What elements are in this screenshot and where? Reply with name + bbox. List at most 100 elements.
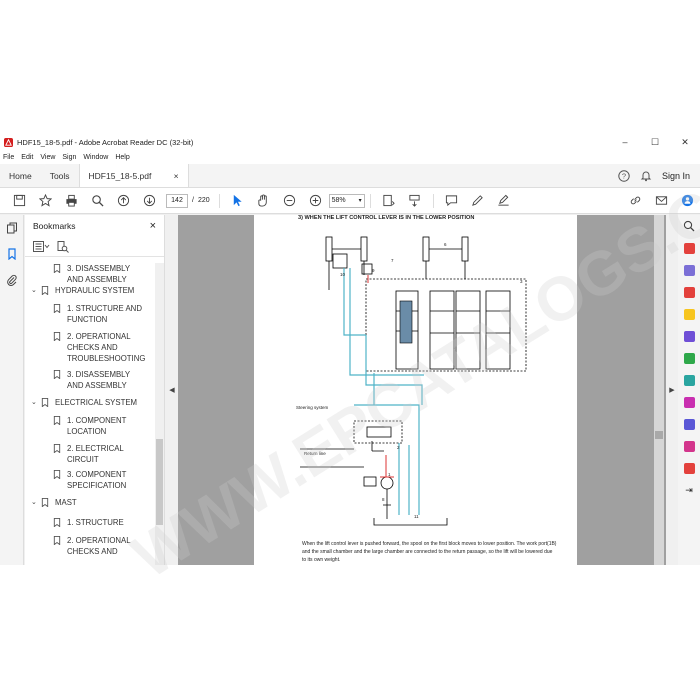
bookmark-icon [53, 370, 61, 379]
edit-pdf-icon [683, 352, 695, 364]
organize-pages-icon [683, 330, 695, 342]
tool-measure[interactable] [678, 457, 700, 479]
collapse-left-panel-handle[interactable]: ◀ [166, 215, 178, 565]
minus-circle-icon [284, 194, 296, 207]
envelope-icon [655, 196, 667, 205]
zoom-out-button[interactable] [277, 190, 303, 212]
document-scrollbar[interactable] [654, 215, 664, 565]
bookmark-label: 1. STRUCTURE [67, 518, 124, 527]
previous-page-button[interactable] [110, 190, 136, 212]
page-body-text: When the lift control lever is pushed fo… [302, 541, 557, 563]
tool-export-pdf[interactable] [678, 281, 700, 303]
bookmark-label: ELECTRICAL SYSTEM [55, 398, 138, 407]
bookmark-item[interactable]: 1. STRUCTURE AND FUNCTION [53, 303, 147, 325]
bookmark-section[interactable]: ⌄ HYDRAULIC SYSTEM [31, 285, 155, 296]
next-page-button[interactable] [136, 190, 162, 212]
menu-file[interactable]: File [3, 154, 14, 161]
print-button[interactable] [58, 190, 84, 212]
tab-tools[interactable]: Tools [41, 164, 79, 187]
tool-comment[interactable] [678, 303, 700, 325]
zoom-in-button[interactable] [303, 190, 329, 212]
scroll-mode-button[interactable] [402, 190, 428, 212]
bookmark-section[interactable]: ⌄ MAST [31, 497, 155, 508]
chevron-down-icon[interactable]: ⌄ [31, 398, 41, 406]
hand-tool-button[interactable] [251, 190, 277, 212]
tool-search[interactable] [678, 215, 700, 237]
attachments-button[interactable] [0, 267, 24, 293]
close-tab-icon[interactable]: × [174, 171, 179, 181]
tool-edit-pdf[interactable] [678, 347, 700, 369]
bookmark-label: 3. DISASSEMBLY AND ASSEMBLY [67, 370, 130, 390]
fill-sign-button[interactable] [491, 190, 517, 212]
hand-icon [258, 194, 267, 207]
document-scrollbar-thumb[interactable] [655, 431, 663, 439]
chevron-down-icon[interactable]: ⌄ [31, 286, 41, 294]
share-button[interactable] [674, 190, 700, 212]
create-pdf-icon [683, 242, 695, 254]
page-separator: / [192, 197, 194, 204]
tool-scan[interactable] [678, 369, 700, 391]
bookmark-label: 1. STRUCTURE AND FUNCTION [67, 304, 142, 324]
help-icon[interactable]: ? [618, 169, 630, 182]
arrow-up-circle-icon [117, 194, 129, 207]
bookmark-item[interactable]: 2. OPERATIONAL CHECKS AND TROUBLESHOOTIN… [53, 331, 147, 364]
menu-sign[interactable]: Sign [62, 154, 76, 161]
expand-arrow-icon: ⇥ [685, 484, 693, 495]
export-pdf-icon [683, 286, 695, 298]
menu-help[interactable]: Help [115, 154, 129, 161]
bookmark-icon [53, 518, 61, 527]
menu-edit[interactable]: Edit [21, 154, 33, 161]
page-display-button[interactable] [376, 190, 402, 212]
search-button[interactable] [84, 190, 110, 212]
highlight-button[interactable] [465, 190, 491, 212]
menu-view[interactable]: View [40, 154, 55, 161]
menu-window[interactable]: Window [83, 154, 108, 161]
bookmark-item[interactable]: 2. ELECTRICAL CIRCUIT [53, 443, 147, 465]
bookmark-item[interactable]: 3. COMPONENT SPECIFICATION [53, 469, 147, 491]
close-window-button[interactable]: ✕ [670, 137, 700, 148]
bookmark-item[interactable]: 1. STRUCTURE [53, 517, 147, 528]
bookmarks-scrollbar-thumb[interactable] [156, 439, 163, 525]
tool-more[interactable] [678, 435, 700, 457]
page-thumbnails-button[interactable] [0, 215, 24, 241]
save-icon [13, 194, 25, 207]
select-tool-button[interactable] [225, 190, 251, 212]
left-navigation-rail [0, 215, 24, 565]
tool-organize-pages[interactable] [678, 325, 700, 347]
tool-expand[interactable]: ⇥ [678, 479, 700, 501]
chevron-down-icon[interactable]: ⌄ [31, 498, 41, 506]
sign-in-button[interactable]: Sign In [662, 171, 690, 181]
save-button[interactable] [6, 190, 32, 212]
notification-bell-icon[interactable] [640, 170, 652, 182]
maximize-button[interactable]: ☐ [640, 137, 670, 148]
bookmarks-panel-button[interactable] [0, 241, 24, 267]
minimize-button[interactable]: – [610, 137, 640, 147]
tab-document[interactable]: HDF15_18-5.pdf × [78, 164, 189, 187]
star-icon [38, 194, 52, 207]
zoom-level-dropdown[interactable]: 58% ▾ [328, 193, 365, 208]
document-view[interactable]: 3) WHEN THE LIFT CONTROL LEVER IS IN THE… [178, 215, 666, 565]
bookmark-item[interactable]: 1. COMPONENT LOCATION [53, 415, 147, 437]
fill-sign-icon [683, 396, 695, 408]
email-button[interactable] [648, 190, 674, 212]
tool-combine-files[interactable] [678, 259, 700, 281]
tab-home[interactable]: Home [0, 164, 41, 187]
comment-button[interactable] [439, 190, 465, 212]
close-panel-icon[interactable]: × [150, 220, 156, 232]
bookmark-label: HYDRAULIC SYSTEM [55, 286, 135, 295]
page-number-input[interactable]: 142 [166, 193, 188, 208]
bookmarks-scrollbar[interactable] [155, 263, 164, 565]
bookmark-item[interactable]: 2. OPERATIONAL CHECKS AND [53, 535, 147, 557]
share-link-button[interactable] [622, 190, 648, 212]
bookmark-section[interactable]: ⌄ ELECTRICAL SYSTEM [31, 397, 155, 408]
label-8: 8 [382, 497, 385, 502]
bookmark-star-button[interactable] [32, 190, 58, 212]
find-bookmark-icon[interactable] [57, 240, 69, 253]
tool-protect[interactable] [678, 413, 700, 435]
options-menu-icon[interactable] [33, 241, 51, 252]
bookmark-item[interactable]: 3. DISASSEMBLY AND ASSEMBLY [53, 369, 147, 391]
tool-fill-sign[interactable] [678, 391, 700, 413]
bookmark-item[interactable]: 3. DISASSEMBLY AND ASSEMBLY [53, 263, 147, 285]
tool-create-pdf[interactable] [678, 237, 700, 259]
collapse-right-panel-handle[interactable]: ▶ [666, 215, 678, 565]
